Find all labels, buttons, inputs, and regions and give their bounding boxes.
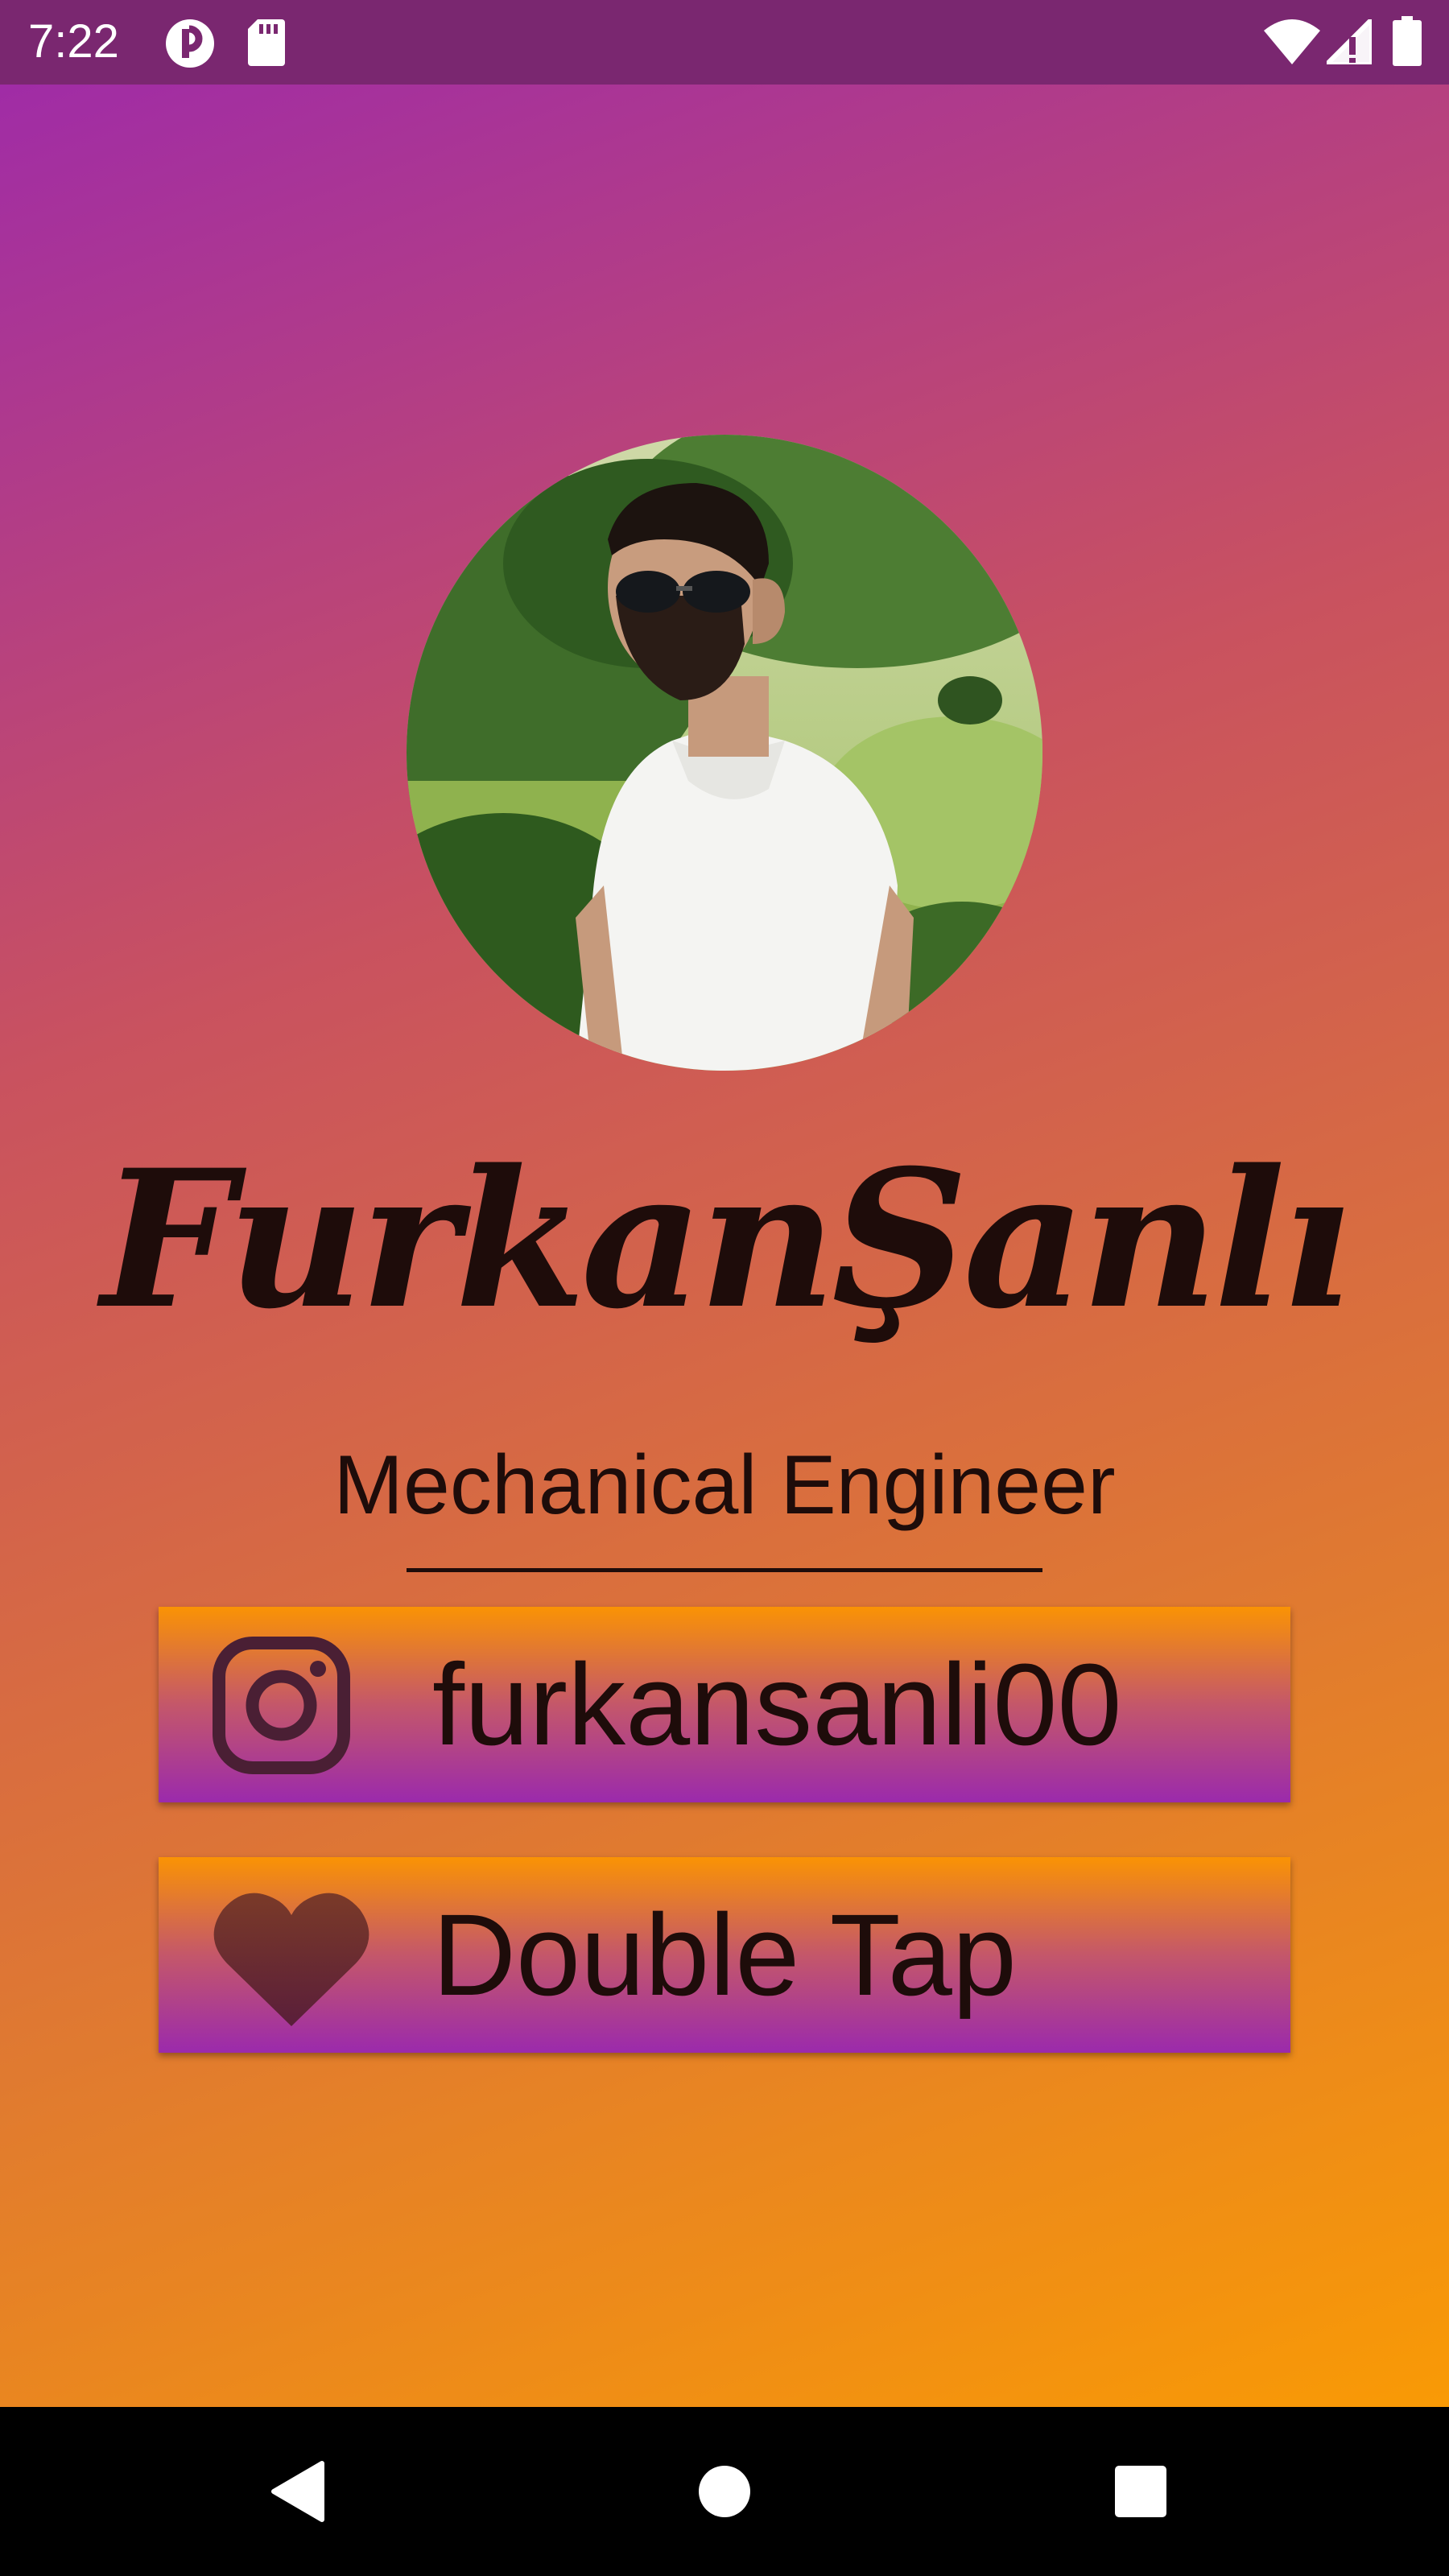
- instagram-card[interactable]: furkansanli00: [159, 1607, 1290, 1802]
- instagram-icon: [211, 1635, 352, 1776]
- title-divider: [407, 1568, 1042, 1572]
- cellular-signal-icon: [1324, 17, 1374, 67]
- sd-card-icon: [248, 19, 285, 66]
- double-tap-label: Double Tap: [432, 1890, 1017, 2020]
- heart-icon: [211, 1889, 372, 2030]
- status-time: 7:22: [28, 15, 119, 68]
- status-bar: 7:22: [0, 0, 1449, 85]
- double-tap-card[interactable]: Double Tap: [159, 1857, 1290, 2053]
- home-icon[interactable]: [672, 2439, 777, 2544]
- wifi-icon: [1264, 19, 1320, 64]
- screen: 7:22 FurkanŞanlı Mechanical Engineer fur…: [0, 0, 1449, 2576]
- navigation-bar: [0, 2407, 1449, 2576]
- battery-icon: [1393, 16, 1422, 66]
- instagram-username: furkansanli00: [432, 1640, 1122, 1769]
- name-title: FurkanŞanlı: [101, 1129, 1353, 1351]
- profile-photo: [407, 435, 1042, 1071]
- back-icon[interactable]: [248, 2439, 353, 2544]
- notification-app-icon: [164, 18, 216, 69]
- job-title: Mechanical Engineer: [333, 1439, 1116, 1532]
- recents-icon[interactable]: [1088, 2439, 1193, 2544]
